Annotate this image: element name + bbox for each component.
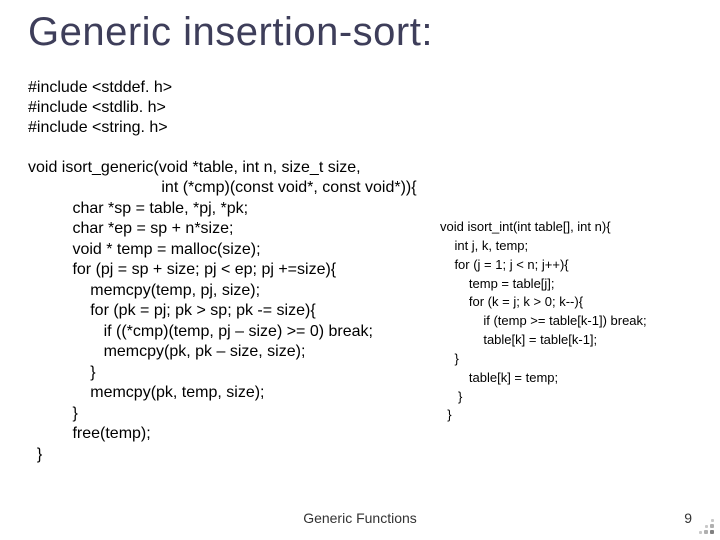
corner-decoration-icon xyxy=(692,512,714,534)
side-code-block: void isort_int(int table[], int n){ int … xyxy=(440,218,647,425)
slide: Generic insertion-sort: #include <stddef… xyxy=(0,0,720,540)
footer-center-label: Generic Functions xyxy=(0,510,720,526)
slide-title: Generic insertion-sort: xyxy=(28,10,433,55)
main-code-block: void isort_generic(void *table, int n, s… xyxy=(28,158,417,465)
page-number: 9 xyxy=(684,510,692,526)
includes-block: #include <stddef. h> #include <stdlib. h… xyxy=(28,78,172,138)
